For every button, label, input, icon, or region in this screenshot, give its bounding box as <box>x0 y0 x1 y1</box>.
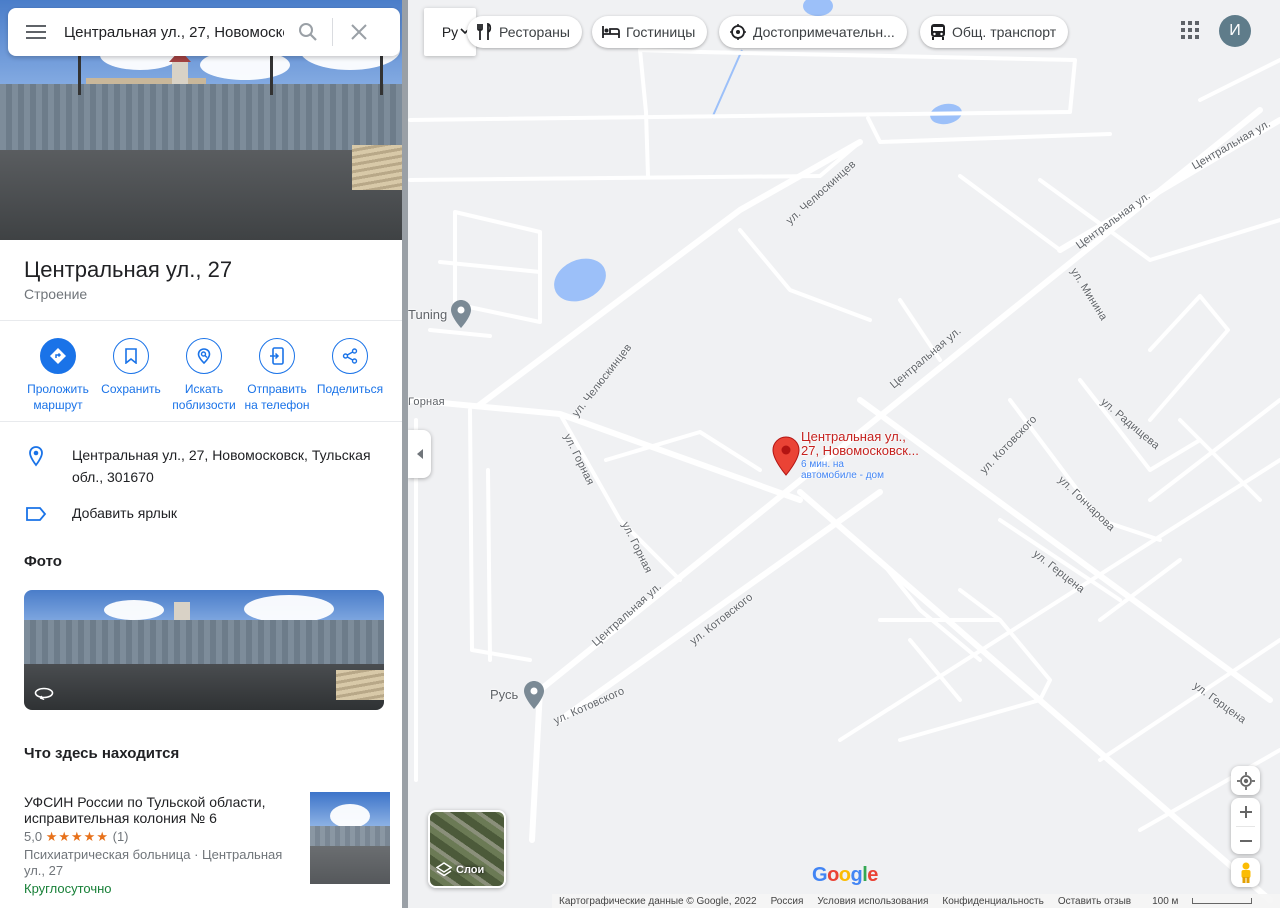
place-title: Центральная ул., 27 <box>24 257 233 282</box>
nearby-category: Психиатрическая больница · Центральная у… <box>24 847 283 878</box>
scale-bar[interactable]: 100 м <box>1145 896 1259 907</box>
street-label: Горная <box>408 396 445 408</box>
search-nearby-button[interactable]: Искать поблизости <box>166 338 242 413</box>
location-pin-icon <box>29 446 43 467</box>
add-label-row[interactable]: Добавить ярлык <box>24 502 378 526</box>
search-button[interactable] <box>284 8 332 56</box>
action-bar: Проложить маршрут Сохранить Искать побли… <box>20 338 390 418</box>
nearby-icon <box>197 348 211 365</box>
my-location-icon <box>1236 771 1255 790</box>
nearby-hours: Круглосуточно <box>24 881 112 896</box>
layers-button[interactable]: Слои <box>428 810 506 888</box>
share-icon <box>342 348 358 364</box>
share-button[interactable]: Поделиться <box>312 338 388 397</box>
address-text: Центральная ул., 27, Новомосковск, Тульс… <box>72 447 371 485</box>
poi-label-tuning[interactable]: Tuning <box>408 307 447 322</box>
search-box <box>8 8 400 56</box>
pegman-icon <box>1241 862 1250 883</box>
send-to-phone-label: Отправить на телефон <box>244 382 310 412</box>
zoom-controls <box>1231 798 1260 854</box>
close-icon <box>351 24 367 40</box>
search-nearby-label: Искать поблизости <box>172 382 236 412</box>
collapse-panel-button[interactable] <box>408 430 431 478</box>
google-logo: Google <box>812 864 878 886</box>
attractions-icon <box>730 24 746 40</box>
review-count[interactable]: (1) <box>113 829 129 844</box>
photo-thumbnail[interactable] <box>24 590 384 710</box>
poi-pin-icon[interactable] <box>451 300 471 328</box>
nearby-rating: 5,0 ★★★★★ (1) <box>24 829 129 845</box>
zoom-in-button[interactable] <box>1231 798 1260 826</box>
avatar-initial: И <box>1229 22 1241 39</box>
nearby-thumbnail[interactable] <box>310 792 390 884</box>
bookmark-icon <box>125 348 137 364</box>
apps-grid-icon[interactable] <box>1176 16 1204 44</box>
rating-stars: ★★★★★ <box>45 829 109 844</box>
address-row[interactable]: Центральная ул., 27, Новомосковск, Тульс… <box>24 444 378 488</box>
marker-sub-line: автомобиле - дом <box>801 470 884 481</box>
directions-label: Проложить маршрут <box>27 382 89 412</box>
send-to-phone-button[interactable]: Отправить на телефон <box>239 338 315 413</box>
bed-icon <box>602 26 620 38</box>
menu-button[interactable] <box>8 8 64 56</box>
street-view-pegman[interactable] <box>1231 858 1260 887</box>
panel-divider <box>402 0 408 908</box>
marker-drive-time[interactable]: 6 мин. на автомобиле - дом <box>801 459 884 481</box>
label-icon <box>26 507 47 521</box>
marker-label-line: 27, Новомосковск... <box>801 443 919 458</box>
feedback-link[interactable]: Оставить отзыв <box>1058 896 1131 907</box>
phone-icon <box>270 347 284 365</box>
place-type: Строение <box>24 286 88 302</box>
language-label: Ру <box>441 24 459 40</box>
directions-icon <box>50 348 66 364</box>
map-data-credit[interactable]: Картографические данные © Google, 2022 <box>559 896 757 907</box>
privacy-link[interactable]: Конфиденциальность <box>942 896 1043 907</box>
layers-text: Слои <box>456 864 485 876</box>
bus-icon <box>931 24 945 40</box>
poi-pin-icon[interactable] <box>524 681 544 709</box>
share-label: Поделиться <box>316 382 384 396</box>
save-button[interactable]: Сохранить <box>93 338 169 397</box>
add-label-text: Добавить ярлык <box>72 505 178 521</box>
hamburger-menu-icon <box>26 25 46 39</box>
country-link[interactable]: Россия <box>771 896 804 907</box>
my-location-button[interactable] <box>1231 766 1260 795</box>
rating-value: 5,0 <box>24 829 43 844</box>
search-icon <box>299 23 317 41</box>
layers-icon <box>436 862 452 877</box>
marker-label-line: Центральная ул., <box>801 429 906 444</box>
poi-label-rus[interactable]: Русь <box>490 687 518 702</box>
clear-search-button[interactable] <box>333 8 385 56</box>
marker-label[interactable]: Центральная ул., 27, Новомосковск... <box>801 430 919 458</box>
scale-label: 100 м <box>1152 895 1179 907</box>
photos-heading: Фото <box>24 553 62 570</box>
chip-label: Общ. транспорт <box>952 24 1057 40</box>
chip-hotels[interactable]: Гостиницы <box>592 16 708 48</box>
chip-label: Рестораны <box>499 24 570 40</box>
minus-icon <box>1239 840 1252 842</box>
layers-label: Слои <box>436 862 484 878</box>
nearby-heading: Что здесь находится <box>24 745 180 762</box>
caret-left-icon <box>416 449 423 459</box>
directions-button[interactable]: Проложить маршрут <box>20 338 96 413</box>
plus-icon <box>1239 806 1252 818</box>
place-panel: Центральная ул., 27 Строение Проложить м… <box>0 0 402 908</box>
restaurant-icon <box>477 23 492 40</box>
terms-link[interactable]: Условия использования <box>817 896 928 907</box>
marker-sub-line: 6 мин. на <box>801 459 844 470</box>
save-label: Сохранить <box>101 382 161 396</box>
map-footer: Картографические данные © Google, 2022 Р… <box>552 894 1280 908</box>
chip-transit[interactable]: Общ. транспорт <box>920 16 1069 48</box>
avatar[interactable]: И <box>1219 15 1251 47</box>
chip-label: Достопримечательн... <box>753 24 895 40</box>
zoom-out-button[interactable] <box>1231 827 1260 855</box>
search-input[interactable] <box>64 8 284 56</box>
location-marker-icon[interactable] <box>772 436 800 476</box>
nearby-place-title[interactable]: УФСИН России по Тульской области, исправ… <box>24 794 296 826</box>
360-view-icon <box>34 687 54 700</box>
chip-attractions[interactable]: Достопримечательн... <box>719 16 907 48</box>
chip-restaurants[interactable]: Рестораны <box>467 16 582 48</box>
chip-label: Гостиницы <box>626 24 696 40</box>
